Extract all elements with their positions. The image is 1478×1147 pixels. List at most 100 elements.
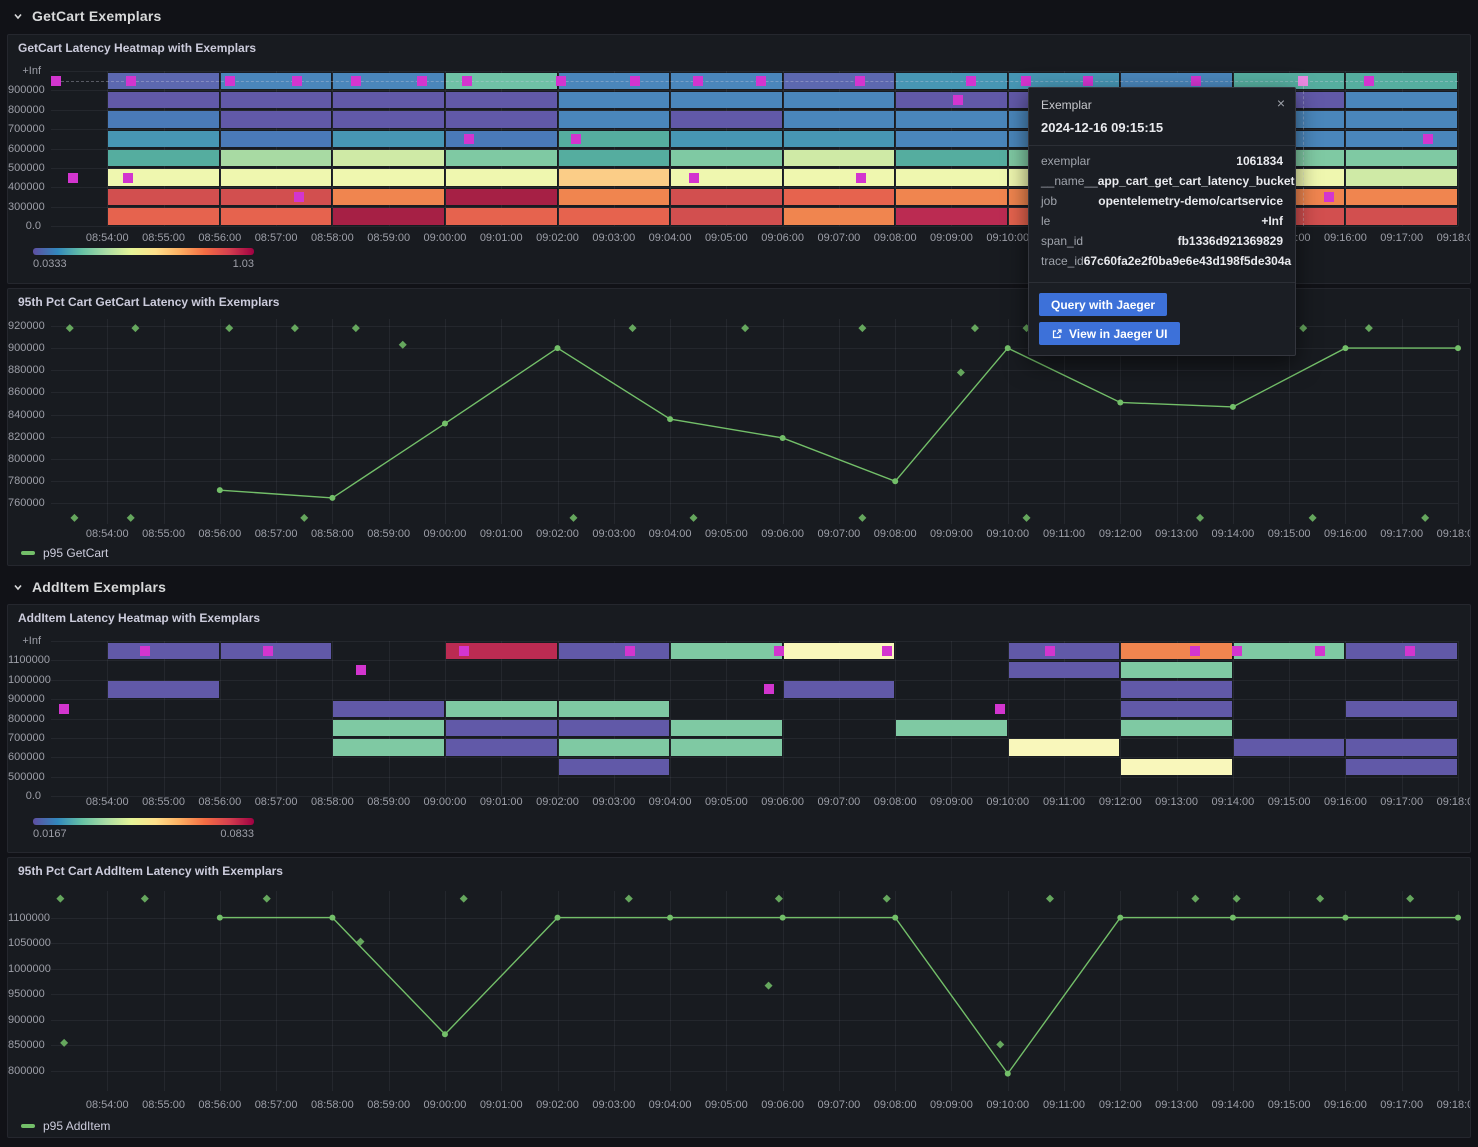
exemplar-marker[interactable] (858, 514, 866, 522)
exemplar-marker[interactable] (123, 173, 133, 183)
exemplar-marker[interactable] (1421, 514, 1429, 522)
view-in-jaeger-button[interactable]: View in Jaeger UI (1039, 322, 1180, 345)
heatmap-cell (333, 169, 444, 185)
exemplar-marker[interactable] (59, 704, 69, 714)
exemplar-marker[interactable] (995, 704, 1005, 714)
exemplar-marker[interactable] (764, 684, 774, 694)
exemplar-marker[interactable] (131, 324, 139, 332)
exemplar-marker[interactable] (625, 895, 633, 903)
exemplar-marker[interactable] (971, 324, 979, 332)
exemplar-marker[interactable] (462, 76, 472, 86)
exemplar-marker[interactable] (66, 324, 74, 332)
query-with-jaeger-button[interactable]: Query with Jaeger (1039, 293, 1167, 316)
panel-title: 95th Pct Cart AddItem Latency with Exemp… (18, 864, 283, 878)
exemplar-marker[interactable] (571, 134, 581, 144)
exemplar-marker[interactable] (1021, 76, 1031, 86)
x-tick-label: 09:06:00 (752, 232, 814, 244)
exemplar-marker[interactable] (855, 76, 865, 86)
exemplar-marker[interactable] (56, 895, 64, 903)
heatmap-cell (1234, 643, 1345, 659)
exemplar-marker[interactable] (856, 173, 866, 183)
exemplar-marker[interactable] (690, 514, 698, 522)
exemplar-marker[interactable] (858, 324, 866, 332)
exemplar-marker[interactable] (70, 514, 78, 522)
exemplar-marker[interactable] (464, 134, 474, 144)
exemplar-marker[interactable] (291, 324, 299, 332)
exemplar-marker[interactable] (953, 95, 963, 105)
exemplar-marker[interactable] (1365, 324, 1373, 332)
exemplar-marker[interactable] (140, 646, 150, 656)
exemplar-marker[interactable] (689, 173, 699, 183)
section-header-additem[interactable]: AddItem Exemplars (0, 572, 1478, 602)
exemplar-marker[interactable] (300, 514, 308, 522)
exemplar-marker[interactable] (225, 76, 235, 86)
exemplar-marker[interactable] (263, 895, 271, 903)
x-tick-label: 09:16:00 (1314, 1099, 1376, 1111)
exemplar-marker[interactable] (459, 646, 469, 656)
exemplar-marker[interactable] (1083, 76, 1093, 86)
exemplar-marker[interactable] (1233, 895, 1241, 903)
exemplar-marker[interactable] (460, 895, 468, 903)
exemplar-marker[interactable] (1315, 646, 1325, 656)
exemplar-marker[interactable] (1364, 76, 1374, 86)
exemplar-marker[interactable] (693, 76, 703, 86)
exemplar-marker[interactable] (774, 646, 784, 656)
x-tick-label: 09:04:00 (639, 796, 701, 808)
exemplar-marker[interactable] (51, 76, 61, 86)
exemplar-marker[interactable] (225, 324, 233, 332)
exemplar-marker[interactable] (629, 324, 637, 332)
exemplar-marker[interactable] (1196, 514, 1204, 522)
exemplar-marker[interactable] (1316, 895, 1324, 903)
exemplar-marker[interactable] (966, 76, 976, 86)
exemplar-marker[interactable] (292, 76, 302, 86)
exemplar-marker[interactable] (556, 76, 566, 86)
exemplar-marker[interactable] (60, 1039, 68, 1047)
exemplar-marker[interactable] (996, 1040, 1004, 1048)
exemplar-marker[interactable] (126, 76, 136, 86)
exemplar-marker[interactable] (417, 76, 427, 86)
exemplar-marker[interactable] (756, 76, 766, 86)
exemplar-marker[interactable] (263, 646, 273, 656)
exemplar-marker[interactable] (1190, 646, 1200, 656)
exemplar-marker[interactable] (569, 514, 577, 522)
exemplar-marker[interactable] (883, 895, 891, 903)
exemplar-marker[interactable] (399, 341, 407, 349)
exemplar-marker[interactable] (625, 646, 635, 656)
exemplar-marker[interactable] (765, 982, 773, 990)
exemplar-marker[interactable] (882, 646, 892, 656)
exemplar-marker[interactable] (957, 368, 965, 376)
exemplar-marker[interactable] (630, 76, 640, 86)
exemplar-marker[interactable] (1191, 76, 1201, 86)
close-icon[interactable]: × (1277, 96, 1285, 110)
series-legend[interactable]: p95 GetCart (21, 546, 108, 560)
heatmap-cell (1121, 720, 1232, 736)
exemplar-marker[interactable] (775, 895, 783, 903)
exemplar-marker[interactable] (1045, 646, 1055, 656)
exemplar-marker[interactable] (294, 192, 304, 202)
exemplar-marker[interactable] (1298, 76, 1308, 86)
exemplar-marker[interactable] (356, 665, 366, 675)
section-header-getcart[interactable]: GetCart Exemplars (0, 1, 1478, 31)
y-tick-label: 950000 (8, 988, 41, 1000)
exemplar-marker[interactable] (1406, 895, 1414, 903)
series-legend[interactable]: p95 AddItem (21, 1119, 110, 1133)
exemplar-marker[interactable] (1324, 192, 1334, 202)
exemplar-marker[interactable] (741, 324, 749, 332)
exemplar-marker[interactable] (141, 895, 149, 903)
exemplar-marker[interactable] (127, 514, 135, 522)
exemplar-marker[interactable] (1405, 646, 1415, 656)
y-tick-label: 840000 (8, 409, 41, 421)
exemplar-marker[interactable] (1299, 324, 1307, 332)
exemplar-marker[interactable] (1191, 895, 1199, 903)
exemplar-marker[interactable] (1309, 514, 1317, 522)
exemplar-marker[interactable] (351, 76, 361, 86)
exemplar-marker[interactable] (1232, 646, 1242, 656)
heatmap-cell (559, 169, 670, 185)
exemplar-marker[interactable] (1423, 134, 1433, 144)
exemplar-marker[interactable] (1046, 895, 1054, 903)
exemplar-marker[interactable] (68, 173, 78, 183)
exemplar-marker[interactable] (1023, 514, 1031, 522)
chevron-down-icon (12, 10, 24, 22)
exemplar-marker[interactable] (352, 324, 360, 332)
x-tick-label: 09:04:00 (639, 528, 701, 540)
